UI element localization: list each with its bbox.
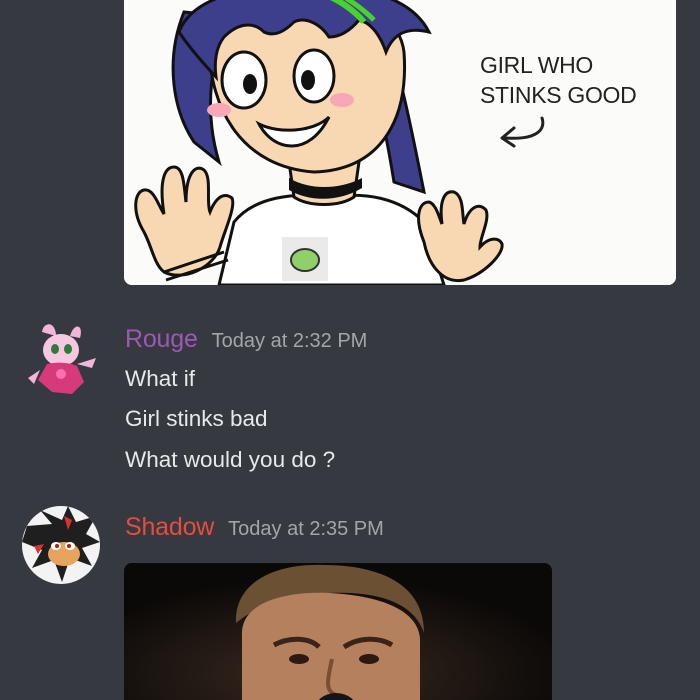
username-rouge[interactable]: Rouge <box>125 325 198 353</box>
timestamp: Today at 2:32 PM <box>211 330 368 352</box>
message-text-line: Girl stinks bad <box>125 406 268 431</box>
message-text-line: What would you do ? <box>125 447 336 472</box>
avatar-shadow[interactable] <box>22 506 100 584</box>
timestamp: Today at 2:35 PM <box>228 518 384 540</box>
comic-caption: GIRL WHO STINKS GOOD <box>480 52 637 108</box>
message-text-line: What if <box>125 366 196 391</box>
photo-attachment[interactable] <box>124 563 552 700</box>
comic-drawing <box>124 0 676 285</box>
message-header-rouge: Rouge Today at 2:32 PM <box>125 325 367 354</box>
avatar-rouge[interactable] <box>22 322 100 400</box>
username-shadow[interactable]: Shadow <box>125 513 214 541</box>
comic-image-attachment[interactable]: GIRL WHO STINKS GOOD <box>124 0 676 285</box>
photo-image <box>124 563 552 700</box>
shadow-avatar-image <box>22 506 100 584</box>
message-header-shadow: Shadow Today at 2:35 PM <box>125 513 384 542</box>
rouge-avatar-image <box>22 322 100 400</box>
curved-arrow-icon <box>500 116 545 148</box>
